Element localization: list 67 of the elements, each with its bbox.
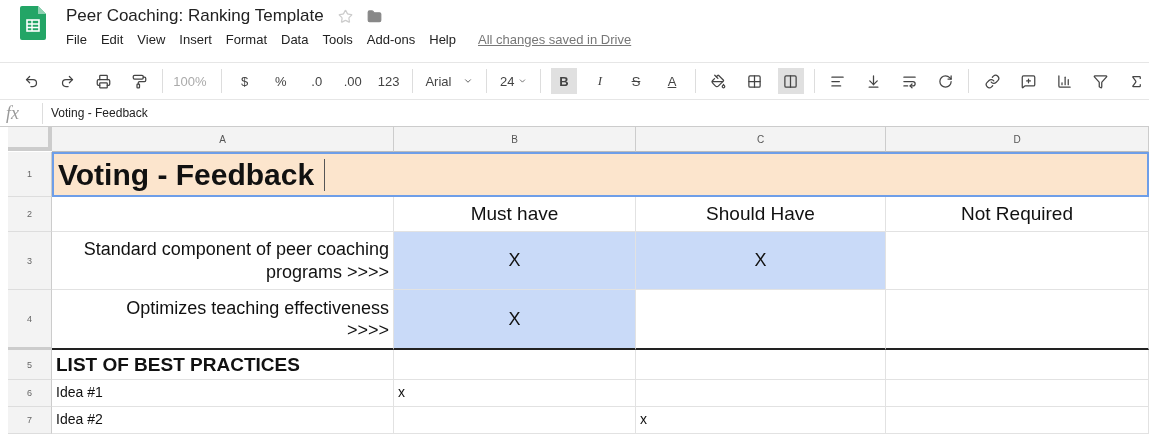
menu-item[interactable]: View	[137, 32, 166, 47]
table-cell[interactable]: X	[394, 232, 636, 290]
table-cell[interactable]	[886, 232, 1149, 290]
row-header[interactable]: 1	[8, 152, 52, 197]
column-header[interactable]: C	[636, 127, 886, 152]
caret-icon	[463, 76, 474, 86]
menu-item[interactable]: Add-ons	[366, 32, 416, 47]
menu-item[interactable]: Edit	[100, 32, 124, 47]
menu-item[interactable]: Data	[281, 32, 309, 47]
table-cell[interactable]: Optimizes teaching effectiveness >>>>	[52, 290, 394, 350]
table-cell[interactable]	[636, 350, 886, 380]
text-style-button[interactable]: A	[658, 68, 685, 94]
column-header[interactable]: B	[394, 127, 636, 152]
menu-item[interactable]: Help	[429, 32, 456, 47]
text-style-button[interactable]: I	[586, 68, 613, 94]
row-header[interactable]: 4	[8, 290, 52, 350]
row-header[interactable]: 7	[8, 407, 52, 434]
table-cell[interactable]: Idea #2	[52, 407, 394, 434]
table-cell[interactable]: LIST OF BEST PRACTICES	[52, 350, 394, 380]
table-cell[interactable]	[394, 407, 636, 434]
merge-cells-button[interactable]	[777, 68, 804, 94]
row-header[interactable]: 5	[8, 350, 52, 380]
format-button[interactable]: $	[231, 68, 258, 94]
table-cell[interactable]	[636, 290, 886, 350]
text-style-button[interactable]: S	[622, 68, 649, 94]
document-title[interactable]: Peer Coaching: Ranking Template	[66, 6, 324, 26]
folder-icon[interactable]	[366, 8, 382, 24]
format-button[interactable]: %	[267, 68, 294, 94]
star-icon[interactable]	[337, 8, 353, 24]
row-header[interactable]: 2	[8, 197, 52, 232]
save-status-link[interactable]: All changes saved in Drive	[478, 32, 632, 47]
menu-item[interactable]: Tools	[322, 32, 353, 47]
spreadsheet-logo-icon	[20, 6, 46, 40]
table-cell[interactable]	[886, 380, 1149, 407]
font-size-dropdown[interactable]: 24	[496, 68, 531, 94]
merge-icon	[783, 73, 799, 89]
row-header[interactable]: 6	[8, 380, 52, 407]
caret-icon	[518, 76, 528, 86]
format-button[interactable]: .0	[303, 68, 330, 94]
table-cell[interactable]	[886, 350, 1149, 380]
table-cell[interactable]: X	[636, 232, 886, 290]
table-cell[interactable]: x	[394, 380, 636, 407]
table-cell[interactable]: Should Have	[636, 197, 886, 232]
table-cell[interactable]	[394, 350, 636, 380]
menu-item[interactable]: Insert	[179, 32, 212, 47]
font-dropdown[interactable]: Arial	[422, 68, 477, 94]
table-cell[interactable]	[52, 197, 394, 232]
formula-label: fx	[0, 102, 43, 124]
format-button[interactable]: .00	[339, 68, 366, 94]
table-cell[interactable]	[886, 407, 1149, 434]
table-cell[interactable]: x	[636, 407, 886, 434]
column-header[interactable]: D	[886, 127, 1149, 152]
table-cell[interactable]: Voting - Feedback	[52, 152, 1149, 197]
table-cell[interactable]: Standard component of peer coaching programs >>>>	[52, 232, 394, 290]
row-header[interactable]: 3	[8, 232, 52, 290]
menu-item[interactable]: File	[66, 32, 87, 47]
table-cell[interactable]	[886, 290, 1149, 350]
table-cell[interactable]: X	[394, 290, 636, 350]
formula-field[interactable]: Voting - Feedback	[43, 106, 148, 120]
column-header[interactable]: A	[52, 127, 394, 152]
text-style-button[interactable]: B	[550, 68, 577, 94]
table-cell[interactable]: Not Required	[886, 197, 1149, 232]
table-cell[interactable]	[636, 380, 886, 407]
table-cell[interactable]: Must have	[394, 197, 636, 232]
menu-item[interactable]: Format	[225, 32, 267, 47]
table-cell[interactable]: Idea #1	[52, 380, 394, 407]
format-button[interactable]: 123	[375, 68, 402, 94]
